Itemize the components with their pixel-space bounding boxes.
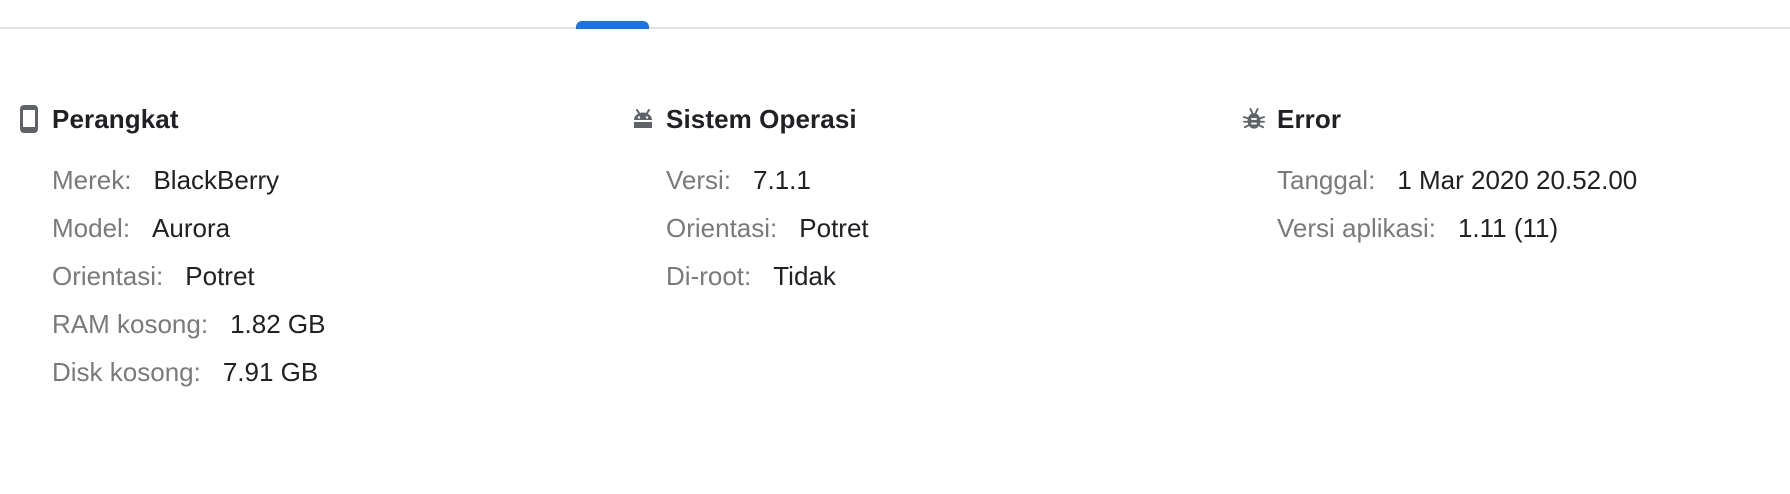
bug-icon xyxy=(1243,104,1265,134)
active-tab-indicator xyxy=(576,21,649,29)
section-title: Perangkat xyxy=(52,103,179,134)
info-value: Potret xyxy=(799,213,869,243)
info-label: Disk kosong: xyxy=(52,357,201,387)
tab-bar xyxy=(0,0,1790,29)
info-row-orientation: Orientasi: Potret xyxy=(52,257,325,305)
info-row-orientation: Orientasi: Potret xyxy=(666,209,869,257)
device-section: Perangkat Merek: BlackBerry Model: Aurora … xyxy=(18,100,325,401)
info-value: BlackBerry xyxy=(153,165,280,195)
info-value: Aurora xyxy=(152,213,231,243)
crash-details-page: Perangkat Merek: BlackBerry Model: Aurora … xyxy=(0,0,1790,494)
error-section: Error Tanggal: 1 Mar 2020 20.52.00 Versi … xyxy=(1243,100,1637,257)
android-icon xyxy=(632,104,654,134)
error-section-header: Error xyxy=(1243,100,1637,138)
info-row-rooted: Di-root: Tidak xyxy=(666,257,869,305)
info-label: Orientasi: xyxy=(666,213,778,243)
info-label: Versi aplikasi: xyxy=(1277,213,1436,243)
info-label: Model: xyxy=(52,213,131,243)
info-value: 7.1.1 xyxy=(753,165,811,195)
info-label: RAM kosong: xyxy=(52,309,209,339)
info-value: 1 Mar 2020 20.52.00 xyxy=(1397,165,1638,195)
info-label: Di-root: xyxy=(666,261,752,291)
section-title: Error xyxy=(1277,103,1342,134)
device-info-list: Merek: BlackBerry Model: Aurora Orientasi:… xyxy=(52,161,325,401)
info-row-free-ram: RAM kosong: 1.82 GB xyxy=(52,305,325,353)
info-value: 1.11 (11) xyxy=(1457,213,1559,243)
info-row-version: Versi: 7.1.1 xyxy=(666,161,869,209)
section-title: Sistem Operasi xyxy=(666,103,857,134)
info-label: Orientasi: xyxy=(52,261,164,291)
info-row-date: Tanggal: 1 Mar 2020 20.52.00 xyxy=(1277,161,1637,209)
info-row-model: Model: Aurora xyxy=(52,209,325,257)
info-value: 1.82 GB xyxy=(230,309,326,339)
info-value: Tidak xyxy=(773,261,836,291)
info-label: Tanggal: xyxy=(1277,165,1376,195)
smartphone-icon xyxy=(18,104,40,134)
os-section-header: Sistem Operasi xyxy=(632,100,869,138)
os-section: Sistem Operasi Versi: 7.1.1 Orientasi: Pot… xyxy=(632,100,869,305)
info-row-app-version: Versi aplikasi: 1.11 (11) xyxy=(1277,209,1637,257)
info-row-brand: Merek: BlackBerry xyxy=(52,161,325,209)
info-row-free-disk: Disk kosong: 7.91 GB xyxy=(52,353,325,401)
info-value: 7.91 GB xyxy=(222,357,319,387)
info-label: Versi: xyxy=(666,165,732,195)
os-info-list: Versi: 7.1.1 Orientasi: Potret Di-root: Tid… xyxy=(666,161,869,305)
device-section-header: Perangkat xyxy=(18,100,325,138)
info-value: Potret xyxy=(185,261,255,291)
error-info-list: Tanggal: 1 Mar 2020 20.52.00 Versi aplika… xyxy=(1277,161,1637,257)
info-label: Merek: xyxy=(52,165,132,195)
